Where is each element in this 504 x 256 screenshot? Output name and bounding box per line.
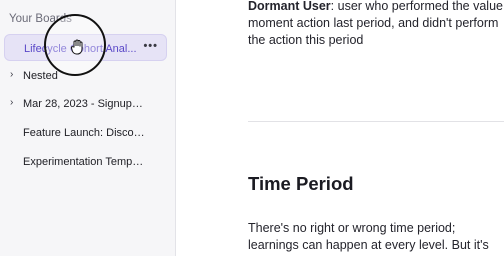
board-item-label: Nested: [23, 70, 58, 82]
section-divider: [248, 121, 504, 122]
more-options-icon[interactable]: •••: [143, 40, 158, 52]
dormant-user-definition: Dormant User: user who performed the val…: [248, 0, 504, 49]
grab-hand-icon: [70, 39, 83, 55]
board-item-label: Mar 28, 2023 - Signup Rate...: [23, 98, 145, 110]
board-item-label: Feature Launch: Discover: [23, 127, 145, 139]
board-item-experimentation-template[interactable]: Experimentation Template: [4, 148, 167, 175]
time-period-text: There's no right or wrong time period; l…: [248, 221, 489, 252]
board-item-label: Experimentation Template: [23, 156, 145, 168]
document-content: Dormant User: user who performed the val…: [176, 0, 504, 256]
dormant-user-term: Dormant User: [248, 0, 331, 13]
board-item-feature-launch[interactable]: Feature Launch: Discover: [4, 119, 167, 146]
section-heading: Time Period: [248, 173, 354, 194]
board-item-signup-rate[interactable]: › Mar 28, 2023 - Signup Rate...: [4, 90, 167, 117]
chevron-right-icon[interactable]: ›: [10, 69, 13, 80]
chevron-right-icon[interactable]: ›: [10, 97, 13, 108]
